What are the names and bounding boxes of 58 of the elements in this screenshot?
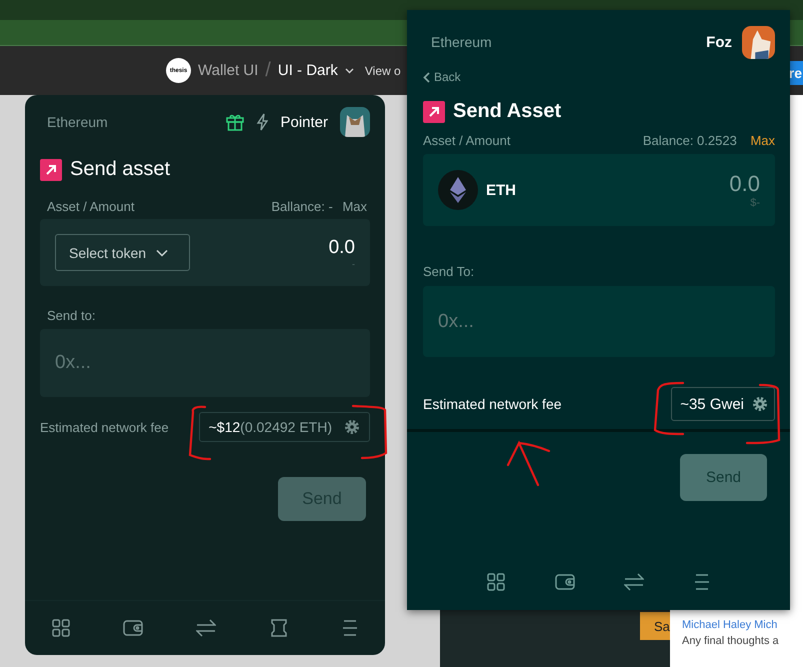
fee-label: Estimated network fee [40, 420, 169, 434]
page-title: Send asset [70, 158, 170, 181]
settings-icon[interactable] [752, 396, 768, 412]
swap-icon[interactable] [624, 573, 644, 591]
max-button[interactable]: Max [750, 133, 775, 148]
fee-label: Estimated network fee [423, 396, 562, 412]
balance-label: Balance: 0.2523 [642, 133, 737, 148]
user-name: Foz [706, 34, 732, 50]
save-button[interactable]: Sa [640, 612, 670, 640]
breadcrumb-item[interactable]: Wallet UI [198, 62, 258, 79]
usd-value: $- [750, 197, 760, 209]
chevron-down-icon[interactable] [344, 68, 354, 74]
back-link[interactable]: Back [423, 70, 461, 84]
chevron-left-icon [423, 72, 430, 82]
network-label: Ethereum [46, 114, 109, 130]
fee-selector[interactable]: ~$12(0.02492 ETH) [198, 412, 370, 442]
amount-value: 0.0 [729, 171, 760, 197]
menu-icon[interactable] [342, 620, 358, 636]
fee-value: ~$12(0.02492 ETH) [208, 419, 332, 435]
author-link[interactable]: Michael Haley Mich [682, 619, 803, 631]
annotation-bracket [352, 404, 388, 460]
breadcrumb-item[interactable]: UI - Dark [278, 62, 338, 79]
grid-icon[interactable] [486, 573, 505, 591]
ethereum-icon [438, 170, 478, 210]
grid-icon[interactable] [52, 619, 70, 637]
user-name: Pointer [280, 114, 328, 130]
max-button[interactable]: Max [342, 199, 367, 214]
usd-value: - [352, 258, 355, 268]
swap-icon[interactable] [196, 619, 216, 637]
token-name: ETH [486, 182, 516, 198]
comment-text: Any final thoughts a [682, 635, 780, 647]
address-field[interactable]: 0x... [40, 329, 370, 397]
send-icon [423, 100, 445, 122]
breadcrumb-separator: / [265, 59, 271, 82]
balance-label: Ballance: - [271, 199, 333, 214]
fee-value: ~35 Gwei [680, 396, 744, 412]
view-link[interactable]: View o [364, 64, 401, 78]
wallet-icon[interactable] [554, 574, 575, 590]
fee-selector[interactable]: ~35 Gwei [671, 387, 775, 421]
gift-icon[interactable] [226, 113, 244, 131]
token-dropdown[interactable]: Select token [55, 234, 190, 271]
chevron-down-icon [156, 248, 168, 256]
annotation-arrow [506, 442, 550, 486]
send-to-label: Send To: [423, 264, 476, 279]
lightning-icon[interactable] [256, 113, 268, 131]
settings-icon[interactable] [344, 419, 360, 435]
page-title: Send Asset [453, 100, 562, 123]
menu-icon[interactable] [694, 574, 710, 590]
send-to-label: Send to: [46, 308, 96, 323]
wallet-icon[interactable] [122, 620, 143, 636]
send-icon [40, 158, 62, 180]
bone-icon[interactable] [269, 619, 290, 637]
amount-value: 0.0 [328, 236, 355, 258]
asset-amount-label: Asset / Amount [423, 133, 510, 148]
asset-amount-label: Asset / Amount [47, 199, 134, 214]
annotation-bracket [746, 384, 780, 444]
network-label: Ethereum [430, 34, 493, 50]
address-field[interactable]: 0x... [423, 286, 775, 357]
